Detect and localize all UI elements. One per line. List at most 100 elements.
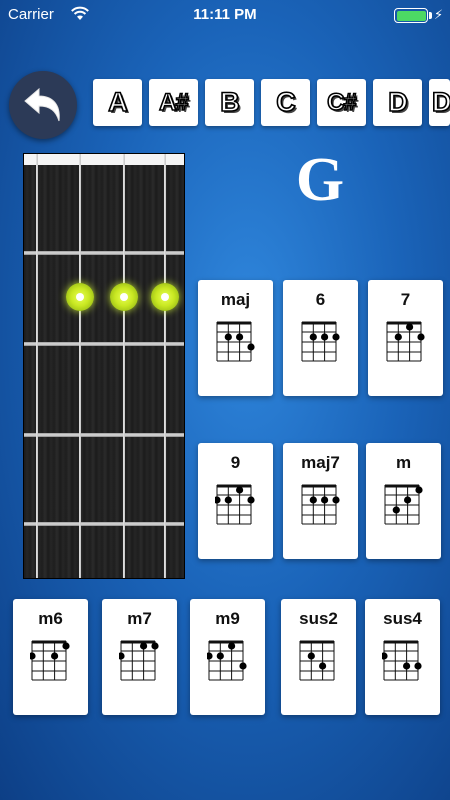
note-tab-b[interactable]: B	[205, 79, 254, 126]
fretboard-nut	[24, 154, 184, 165]
fret-wire	[24, 251, 184, 255]
chord-card-6[interactable]: 6	[283, 280, 358, 396]
diagram-dot	[62, 642, 70, 650]
finger-dot	[151, 282, 179, 311]
string-line	[79, 154, 81, 578]
chord-card-maj[interactable]: maj	[198, 280, 273, 396]
diagram-dot	[321, 496, 329, 504]
chord-card-label: 7	[400, 290, 411, 309]
finger-dot-core	[120, 292, 128, 301]
chord-card-label: sus2	[299, 609, 338, 628]
finger-dot-core	[76, 292, 84, 301]
diagram-dot	[321, 333, 329, 341]
status-bar: Carrier 11:11 PM ⚡	[0, 0, 450, 30]
chord-card-label: maj	[220, 290, 251, 309]
note-tab-label: C	[275, 86, 296, 118]
note-tab-label: A	[107, 86, 128, 118]
chord-card-label: 6	[315, 290, 326, 309]
battery-cap	[429, 12, 432, 19]
chord-diagram	[30, 640, 70, 681]
clock: 11:11 PM	[193, 6, 257, 23]
chord-card-sus2[interactable]: sus2	[281, 599, 356, 715]
diagram-dot	[382, 652, 388, 660]
note-tab-label: D	[387, 86, 408, 118]
diagram-dot	[394, 333, 402, 341]
battery-icon	[394, 8, 428, 23]
diagram-dot	[415, 486, 423, 494]
chord-card-label: maj7	[301, 453, 340, 472]
chord-card-label: 9	[230, 453, 241, 472]
diagram-dot	[215, 496, 221, 504]
note-tab-c[interactable]: C	[261, 79, 310, 126]
diagram-dot	[236, 333, 244, 341]
note-tab-a[interactable]: A	[93, 79, 142, 126]
chord-card-m7[interactable]: m7	[102, 599, 177, 715]
back-button[interactable]	[9, 71, 77, 139]
diagram-dot	[224, 496, 232, 504]
diagram-dot	[51, 652, 59, 660]
chord-card-m[interactable]: m	[366, 443, 441, 559]
diagram-dot	[307, 652, 315, 660]
diagram-dot	[247, 343, 255, 351]
chord-card-m6[interactable]: m6	[13, 599, 88, 715]
note-tab-label: C#	[326, 88, 357, 117]
chord-card-label: m6	[38, 609, 63, 628]
diagram-dot	[414, 662, 422, 670]
chord-card-sus4[interactable]: sus4	[365, 599, 440, 715]
finger-dot	[110, 282, 138, 311]
diagram-dot	[392, 506, 400, 514]
chord-card-label: m	[395, 453, 412, 472]
diagram-dot	[239, 662, 247, 670]
chord-diagram	[207, 640, 247, 681]
diagram-dot	[151, 642, 159, 650]
diagram-dot	[319, 662, 327, 670]
chord-diagram	[299, 640, 335, 681]
chord-card-label: m7	[127, 609, 152, 628]
chord-diagram	[301, 484, 340, 525]
string-line	[164, 154, 166, 578]
diagram-dot	[406, 323, 414, 331]
diagram-dot	[207, 652, 213, 660]
diagram-dot	[224, 333, 232, 341]
chord-card-label: m9	[215, 609, 240, 628]
diagram-dot	[332, 333, 340, 341]
fretboard	[23, 153, 185, 579]
chord-diagram	[216, 321, 255, 362]
chord-card-m9[interactable]: m9	[190, 599, 265, 715]
note-tab-c-sharp[interactable]: C#	[317, 79, 366, 126]
diagram-dot	[216, 652, 224, 660]
diagram-dot	[309, 333, 317, 341]
finger-dot-core	[161, 292, 169, 301]
string-line	[123, 154, 125, 578]
note-tab-label: B	[219, 86, 240, 118]
string-line	[36, 154, 38, 578]
finger-dot	[66, 282, 94, 311]
note-tab-a-sharp[interactable]: A#	[149, 79, 198, 126]
chord-diagram	[382, 640, 422, 681]
charging-bolt-icon: ⚡	[434, 7, 444, 22]
diagram-dot	[404, 496, 412, 504]
back-arrow-icon	[24, 87, 60, 122]
current-chord-name: G	[295, 146, 345, 214]
diagram-dot	[247, 496, 255, 504]
chord-diagram	[119, 640, 159, 681]
diagram-dot	[309, 496, 317, 504]
fret-wire	[24, 522, 184, 526]
chord-card-label: sus4	[383, 609, 422, 628]
fret-wire	[24, 433, 184, 437]
chord-card-7[interactable]: 7	[368, 280, 443, 396]
chord-diagram	[386, 321, 425, 362]
chord-card-9[interactable]: 9	[198, 443, 273, 559]
chord-diagram	[301, 321, 340, 362]
diagram-dot	[236, 486, 244, 494]
diagram-dot	[30, 652, 36, 660]
chord-diagram	[384, 484, 423, 525]
diagram-dot	[417, 333, 425, 341]
note-tab-d[interactable]: D	[373, 79, 422, 126]
note-tab-label: A#	[158, 88, 189, 117]
note-tab-label: D	[431, 86, 450, 118]
chord-card-maj7[interactable]: maj7	[283, 443, 358, 559]
note-tab-d-sharp[interactable]: D	[429, 79, 450, 126]
diagram-dot	[228, 642, 236, 650]
chord-diagram	[215, 484, 255, 525]
